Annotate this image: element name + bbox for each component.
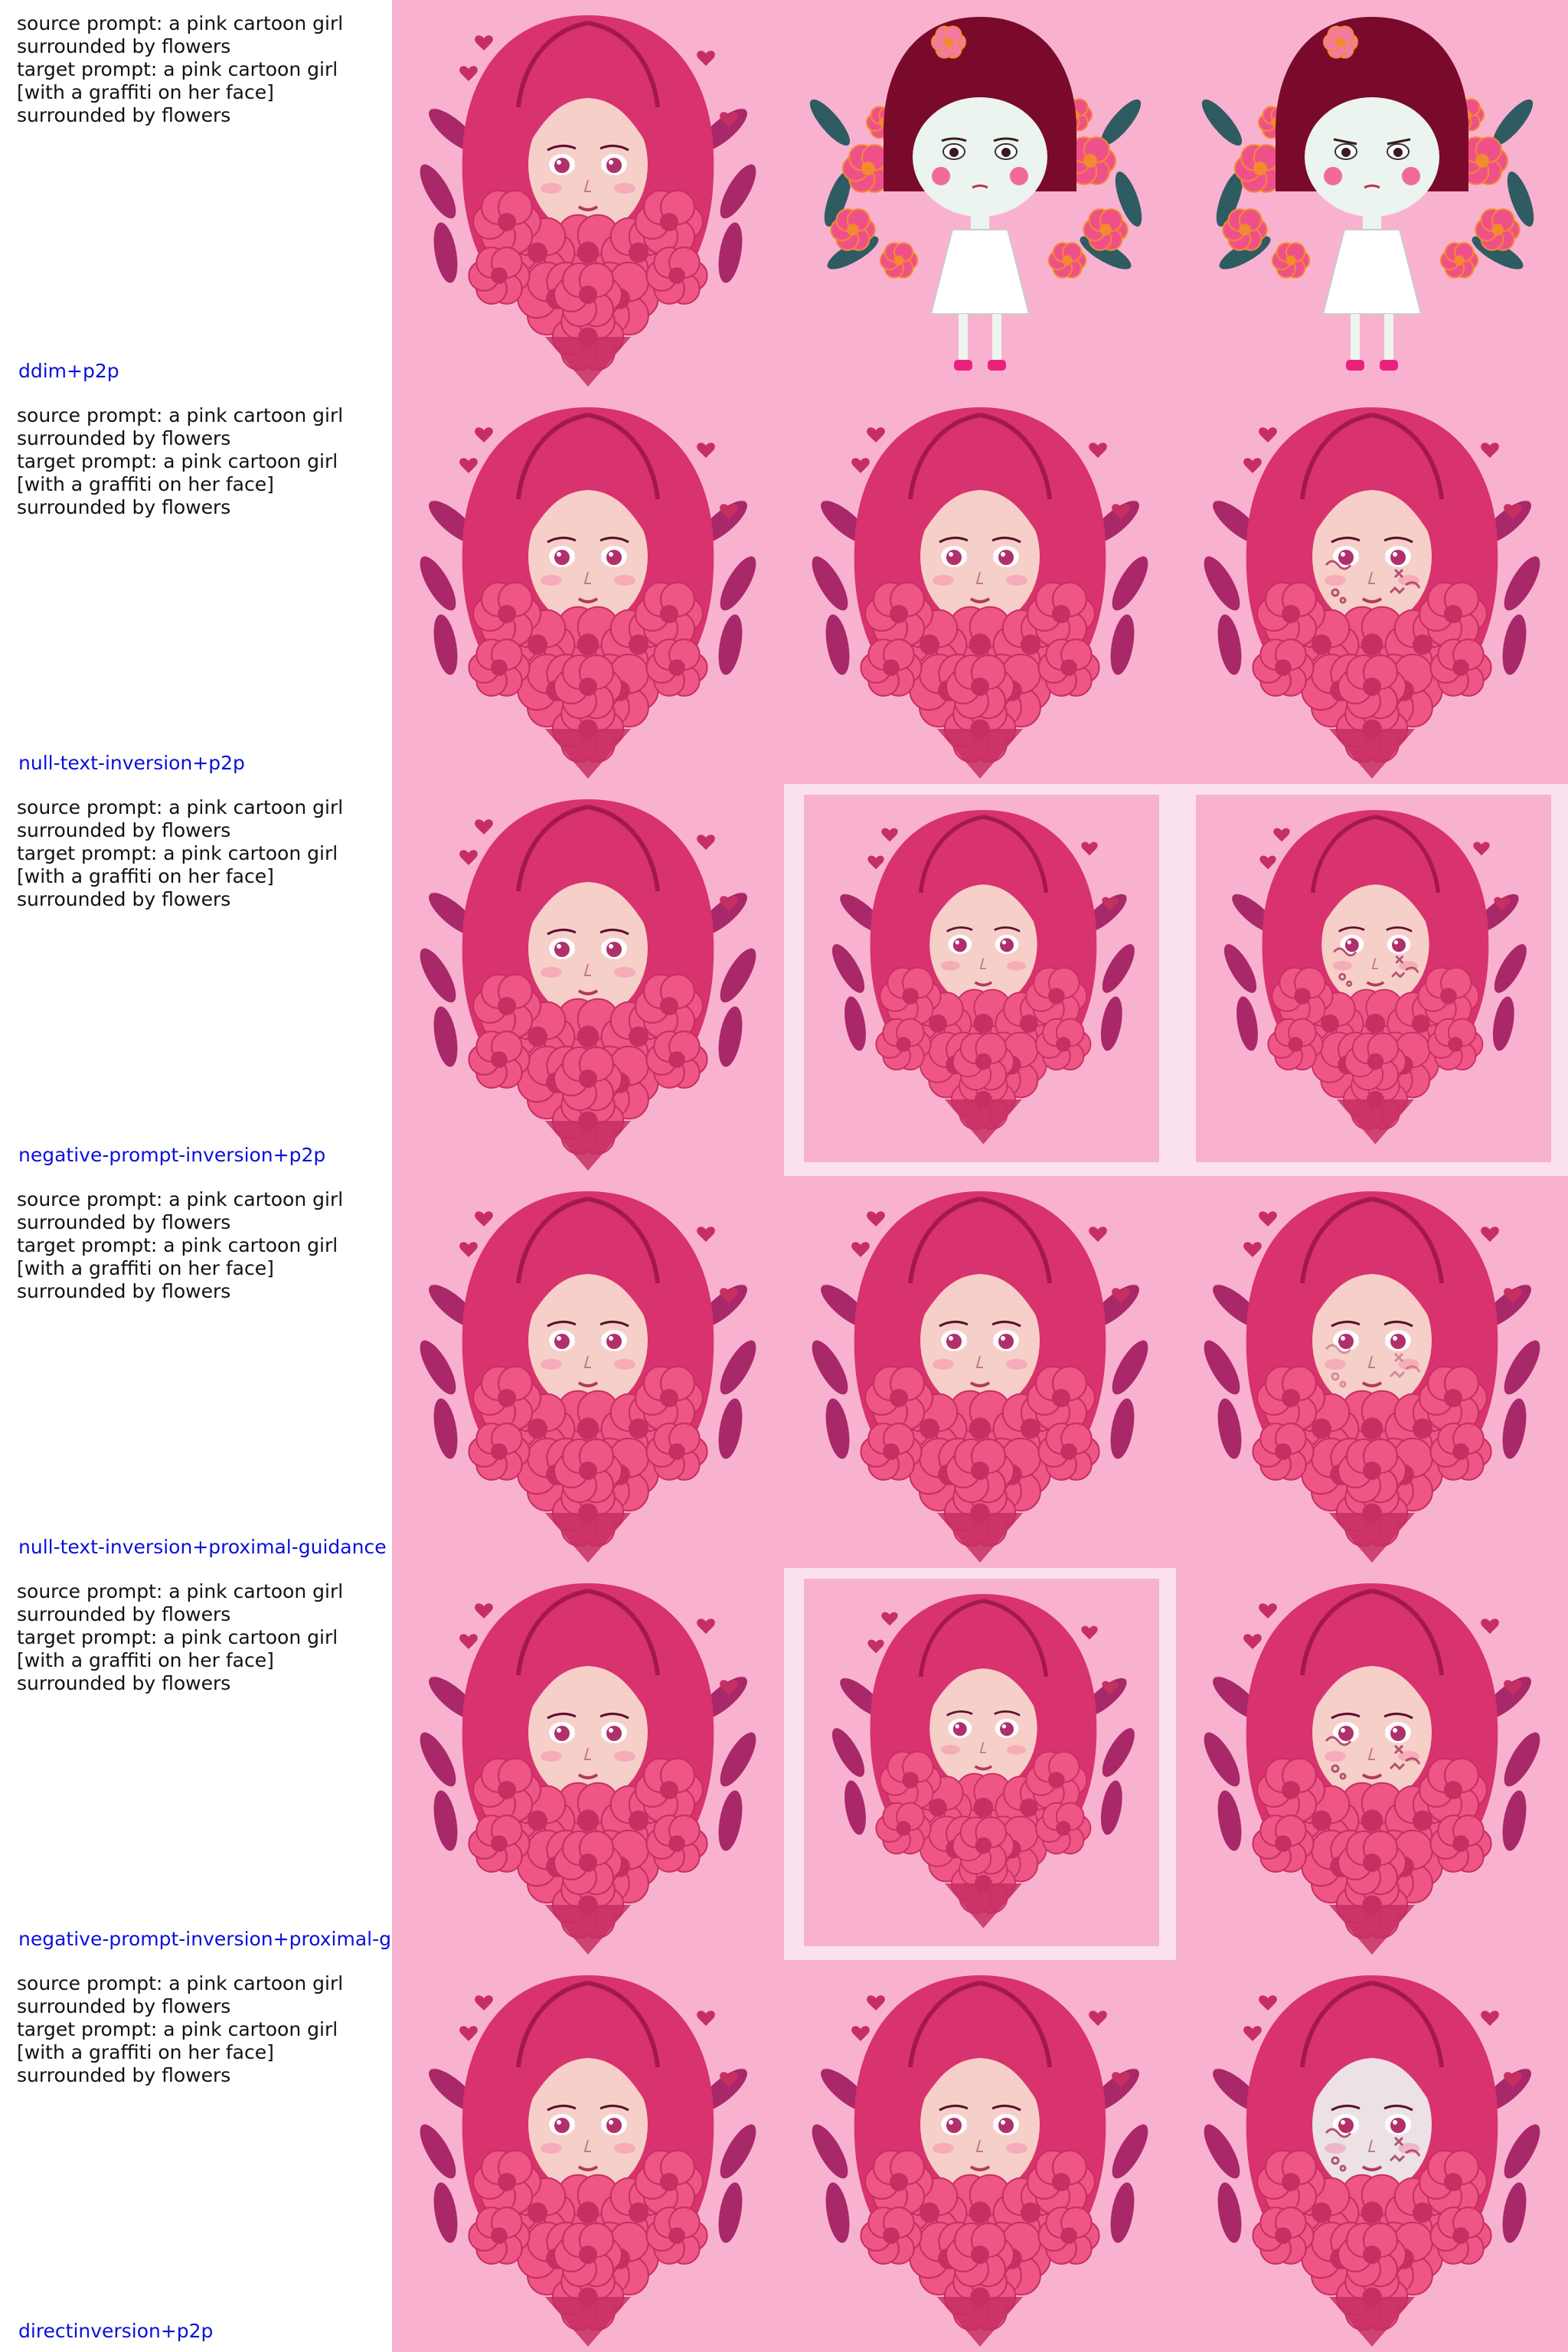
pink-girl-flowers-image — [392, 0, 784, 392]
comparison-row: source prompt: a pink cartoon girl surro… — [0, 784, 1568, 1176]
method-name: negative-prompt-inversion+proximal-g — [18, 1928, 391, 1950]
reconstruction-image — [784, 1568, 1176, 1960]
pink-girl-flowers-image — [392, 784, 784, 1176]
comparison-row: source prompt: a pink cartoon girl surro… — [0, 1568, 1568, 1960]
comparison-grid: source prompt: a pink cartoon girl surro… — [0, 0, 1568, 2352]
reconstruction-image — [784, 784, 1176, 1176]
prompt-text: source prompt: a pink cartoon girl surro… — [17, 1188, 344, 1302]
edited-image — [1176, 392, 1568, 784]
pink-girl-flowers-image — [392, 1176, 784, 1568]
method-name: null-text-inversion+p2p — [18, 752, 245, 774]
source-image — [392, 392, 784, 784]
prompt-text: source prompt: a pink cartoon girl surro… — [17, 1580, 344, 1694]
edited-image — [1176, 1176, 1568, 1568]
edited-image — [1176, 1568, 1568, 1960]
method-name: directinversion+p2p — [18, 2320, 214, 2342]
pink-girl-flowers-image — [392, 1568, 784, 1960]
edited-image — [1176, 0, 1568, 392]
pink-girl-reconstruction-image — [784, 1960, 1176, 2352]
row-label: source prompt: a pink cartoon girl surro… — [0, 1568, 392, 1960]
pink-girl-graffiti-image — [1176, 1960, 1568, 2352]
method-name: negative-prompt-inversion+p2p — [18, 1144, 326, 1166]
reconstruction-image — [784, 1176, 1176, 1568]
prompt-text: source prompt: a pink cartoon girl surro… — [17, 796, 344, 910]
method-name: ddim+p2p — [18, 360, 119, 382]
prompt-text: source prompt: a pink cartoon girl surro… — [17, 404, 344, 518]
source-image — [392, 1176, 784, 1568]
pink-girl-framed-reconstruction-image — [784, 1568, 1176, 1960]
pink-girl-reconstruction-image — [784, 1176, 1176, 1568]
reconstruction-image — [784, 392, 1176, 784]
pink-girl-framed-reconstruction-image — [784, 784, 1176, 1176]
prompt-text: source prompt: a pink cartoon girl surro… — [17, 12, 344, 126]
row-label: source prompt: a pink cartoon girl surro… — [0, 784, 392, 1176]
row-label: source prompt: a pink cartoon girl surro… — [0, 1960, 392, 2352]
cartoon-girl-flowers-edited-image — [1176, 0, 1568, 392]
pink-girl-flowers-image — [392, 1960, 784, 2352]
row-label: source prompt: a pink cartoon girl surro… — [0, 1176, 392, 1568]
reconstruction-image — [784, 1960, 1176, 2352]
edited-image — [1176, 1960, 1568, 2352]
reconstruction-image — [784, 0, 1176, 392]
pink-girl-graffiti-image — [1176, 1176, 1568, 1568]
edited-image — [1176, 784, 1568, 1176]
prompt-text: source prompt: a pink cartoon girl surro… — [17, 1972, 344, 2086]
pink-girl-framed-graffiti-image — [1176, 784, 1568, 1176]
pink-girl-reconstruction-image — [784, 392, 1176, 784]
pink-girl-flowers-image — [392, 392, 784, 784]
row-label: source prompt: a pink cartoon girl surro… — [0, 392, 392, 784]
pink-girl-graffiti-image — [1176, 392, 1568, 784]
comparison-row: source prompt: a pink cartoon girl surro… — [0, 1176, 1568, 1568]
pink-girl-graffiti-image — [1176, 1568, 1568, 1960]
comparison-row: source prompt: a pink cartoon girl surro… — [0, 1960, 1568, 2352]
method-name: null-text-inversion+proximal-guidance — [18, 1536, 387, 1558]
comparison-row: source prompt: a pink cartoon girl surro… — [0, 392, 1568, 784]
row-label: source prompt: a pink cartoon girl surro… — [0, 0, 392, 392]
comparison-row: source prompt: a pink cartoon girl surro… — [0, 0, 1568, 392]
cartoon-girl-flowers-image — [784, 0, 1176, 392]
source-image — [392, 1568, 784, 1960]
source-image — [392, 784, 784, 1176]
source-image — [392, 1960, 784, 2352]
source-image — [392, 0, 784, 392]
